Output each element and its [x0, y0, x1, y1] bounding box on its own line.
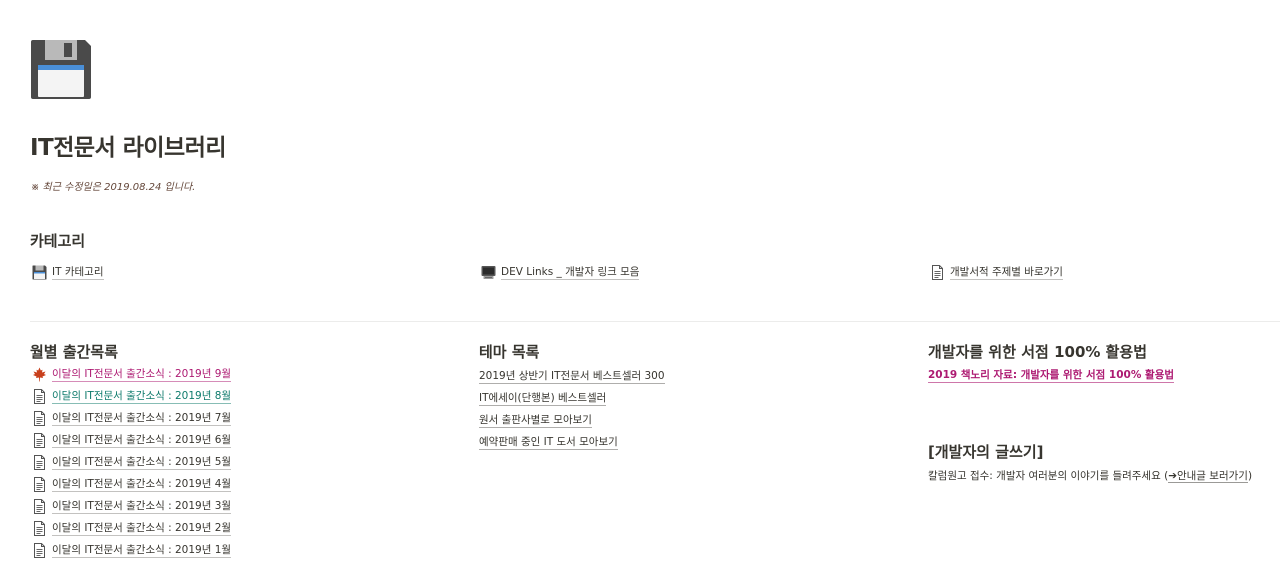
theme-link[interactable]: 원서 출판사별로 모아보기 — [479, 409, 665, 431]
guide-heading: 개발자를 위한 서점 100% 활용법 — [928, 343, 1148, 361]
category-link-topics[interactable]: 개발서적 주제별 바로가기 — [930, 265, 1063, 280]
list-item[interactable]: 이달의 IT전문서 출간소식 : 2019년 6월 — [32, 429, 232, 451]
list-item[interactable]: 이달의 IT전문서 출간소식 : 2019년 8월 — [32, 385, 232, 407]
list-item[interactable]: 이달의 IT전문서 출간소식 : 2019년 9월 — [32, 363, 232, 385]
floppy-disk-icon — [32, 265, 47, 280]
writing-text-body: 칼럼원고 접수: 개발자 여러분의 이야기를 들려주세요 ( — [928, 470, 1169, 482]
computer-icon — [481, 265, 496, 280]
section-divider — [30, 321, 1280, 322]
document-icon — [32, 542, 47, 558]
category-link-dev-links[interactable]: DEV Links _ 개발자 링크 모음 — [481, 265, 640, 280]
themes-heading: 테마 목록 — [479, 343, 540, 361]
writing-text-suffix: ) — [1247, 470, 1253, 482]
theme-link[interactable]: IT에세이(단행본) 베스트셀러 — [479, 387, 665, 409]
category-link-label: DEV Links _ 개발자 링크 모음 — [501, 266, 640, 280]
list-item[interactable]: 이달의 IT전문서 출간소식 : 2019년 4월 — [32, 473, 232, 495]
theme-link[interactable]: 예약판매 중인 IT 도서 모아보기 — [479, 431, 665, 453]
document-icon — [32, 476, 47, 492]
document-icon — [32, 410, 47, 426]
maple-leaf-icon — [32, 367, 47, 382]
guide-read-link[interactable]: ➔안내글 보러가기 — [1168, 470, 1248, 483]
writing-heading: [개발자의 글쓰기] — [928, 443, 1044, 461]
page-title: IT전문서 라이브러리 — [30, 135, 227, 161]
list-item[interactable]: 이달의 IT전문서 출간소식 : 2019년 5월 — [32, 451, 232, 473]
list-item[interactable]: 이달의 IT전문서 출간소식 : 2019년 3월 — [32, 495, 232, 517]
document-icon — [32, 454, 47, 470]
guide-link[interactable]: 2019 책노리 자료: 개발자를 위한 서점 100% 활용법 — [928, 368, 1175, 383]
document-icon — [32, 432, 47, 448]
document-icon — [32, 498, 47, 514]
themes-list: 2019년 상반기 IT전문서 베스트셀러 300 IT에세이(단행본) 베스트… — [479, 365, 665, 453]
document-icon — [930, 265, 945, 280]
document-icon — [32, 520, 47, 536]
list-item[interactable]: 이달의 IT전문서 출간소식 : 2019년 7월 — [32, 407, 232, 429]
category-link-it[interactable]: IT 카테고리 — [32, 265, 104, 280]
monthly-list: 이달의 IT전문서 출간소식 : 2019년 9월 이달의 IT전문서 출간소식… — [32, 363, 232, 561]
theme-link[interactable]: 2019년 상반기 IT전문서 베스트셀러 300 — [479, 365, 665, 387]
category-link-label: 개발서적 주제별 바로가기 — [950, 266, 1063, 280]
list-item[interactable]: 이달의 IT전문서 출간소식 : 2019년 2월 — [32, 517, 232, 539]
last-updated-note: ※ 최근 수정일은 2019.08.24 입니다. — [31, 182, 196, 193]
monthly-heading: 월별 출간목록 — [30, 343, 119, 361]
list-item[interactable]: 이달의 IT전문서 출간소식 : 2019년 1월 — [32, 539, 232, 561]
writing-text: 칼럼원고 접수: 개발자 여러분의 이야기를 들려주세요 (➔안내글 보러가기) — [928, 468, 1252, 483]
document-icon — [32, 388, 47, 404]
category-heading: 카테고리 — [30, 232, 86, 250]
category-link-label: IT 카테고리 — [52, 266, 104, 280]
floppy-disk-icon[interactable] — [31, 40, 91, 99]
